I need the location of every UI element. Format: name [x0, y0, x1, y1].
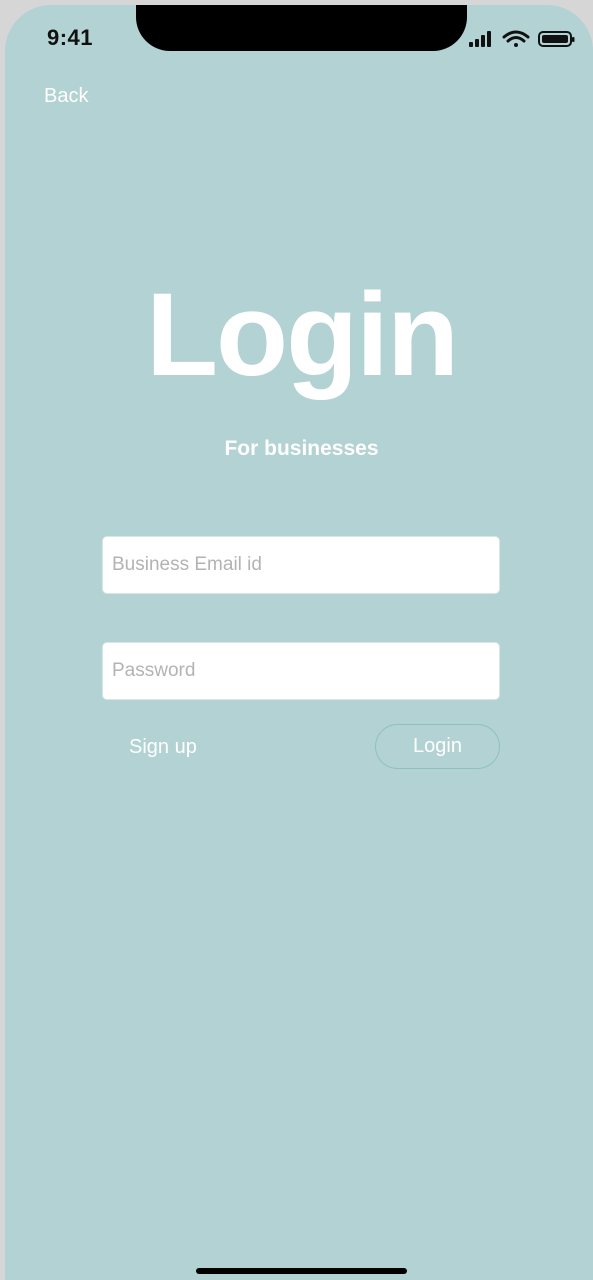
email-field[interactable]: [102, 536, 500, 594]
home-indicator: [196, 1268, 407, 1274]
password-field[interactable]: [102, 642, 500, 700]
back-button[interactable]: Back: [44, 85, 88, 108]
notch: [136, 5, 467, 51]
phone-screen: 9:41 Back Login For businesses Sign up L…: [5, 5, 593, 1280]
page-title: Login: [145, 269, 459, 401]
wifi-icon: [502, 30, 530, 47]
page-subtitle: For businesses: [224, 437, 379, 460]
login-button[interactable]: Login: [375, 724, 500, 769]
status-time: 9:41: [47, 25, 94, 50]
status-icons: [469, 30, 575, 47]
signup-link[interactable]: Sign up: [129, 736, 197, 759]
battery-icon: [538, 31, 575, 47]
signal-icon: [469, 31, 491, 47]
